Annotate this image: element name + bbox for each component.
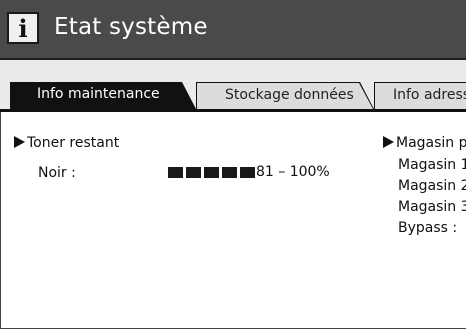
toner-gauge-segment (240, 167, 255, 178)
tab-label: Stockage données (225, 87, 354, 103)
arrow-right-icon (383, 136, 394, 148)
tab-info-maintenance[interactable]: Info maintenance (10, 82, 196, 109)
tab-divider (0, 109, 466, 112)
toner-gauge-segment (186, 167, 201, 178)
page-title: Etat système (54, 14, 208, 40)
toner-gauge-segment (204, 167, 219, 178)
toner-section-title: Toner restant (14, 135, 119, 151)
tab-stockage-donnees[interactable]: Stockage données (196, 82, 374, 109)
tab-label: Info maintenance (37, 86, 160, 102)
toner-gauge-segment (168, 167, 183, 178)
toner-black-label: Noir : (38, 165, 76, 181)
info-icon: i (7, 12, 39, 44)
tab-info-adresse[interactable]: Info adress (374, 82, 466, 109)
tray-3-label: Magasin 3 (398, 199, 466, 215)
toner-level-gauge (168, 167, 255, 178)
toner-gauge-segment (222, 167, 237, 178)
tab-label: Info adress (393, 87, 466, 103)
paper-section-title: Magasin pa (383, 135, 466, 151)
tray-2-label: Magasin 2 (398, 178, 466, 194)
bypass-label: Bypass : (398, 220, 458, 236)
toner-level-value: 81 – 100% (256, 164, 330, 180)
title-bar: i Etat système (0, 0, 466, 60)
tray-1-label: Magasin 1 (398, 157, 466, 173)
arrow-right-icon (14, 136, 25, 148)
